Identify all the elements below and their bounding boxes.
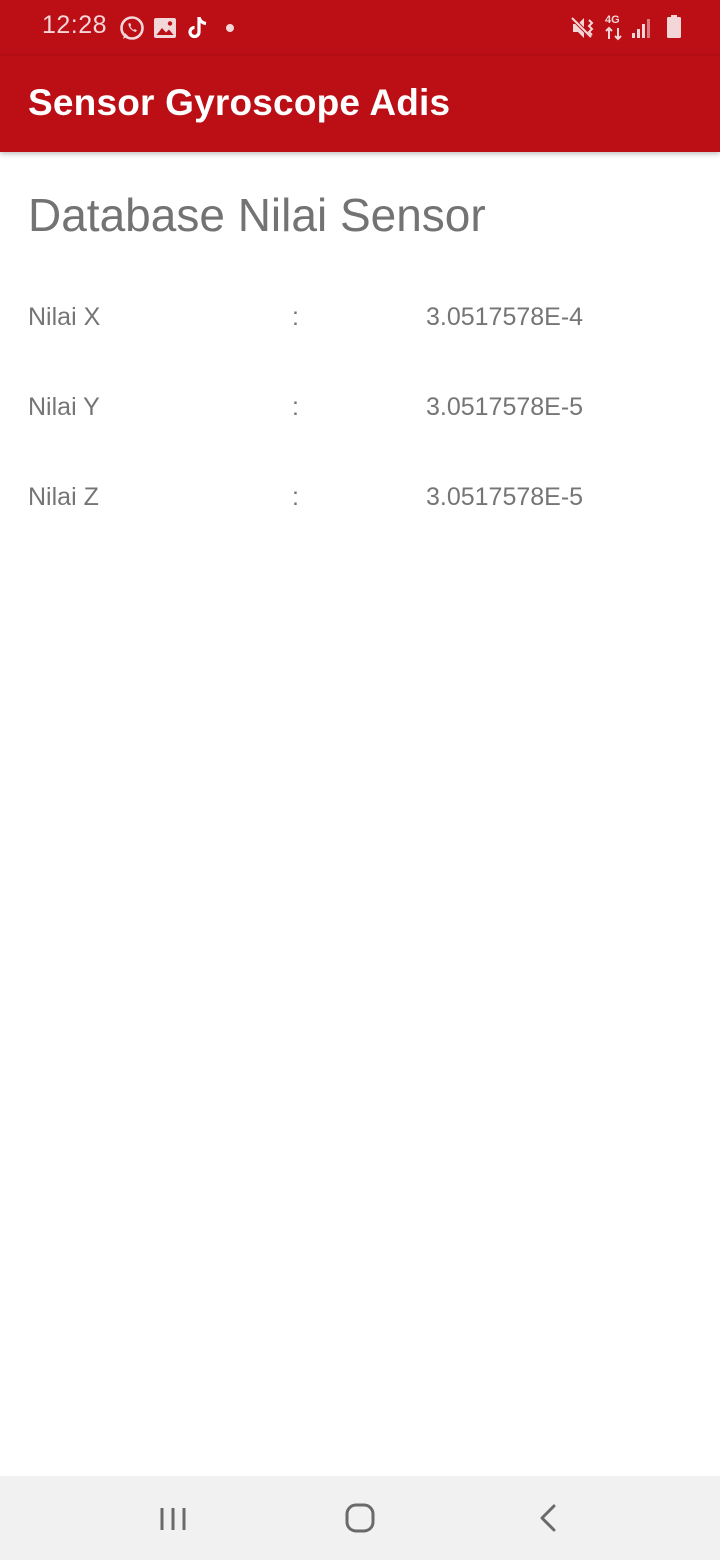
- row-label: Nilai Z: [28, 483, 99, 511]
- sensor-row-x: Nilai X : 3.0517578E-4: [0, 303, 720, 343]
- sensor-row-z: Nilai Z : 3.0517578E-5: [0, 483, 720, 523]
- page-title: Database Nilai Sensor: [28, 189, 486, 241]
- row-value: 3.0517578E-4: [426, 303, 584, 331]
- status-bar: 12:28 4G: [0, 0, 720, 56]
- sensor-row-y: Nilai Y : 3.0517578E-5: [0, 393, 720, 433]
- mute-vibrate-icon: [570, 14, 598, 42]
- back-icon[interactable]: [526, 1496, 570, 1540]
- row-label: Nilai X: [28, 303, 101, 331]
- notification-dot-icon: [220, 14, 240, 42]
- status-time: 12:28: [42, 11, 108, 39]
- app-title: Sensor Gyroscope Adis: [28, 82, 451, 123]
- row-value: 3.0517578E-5: [426, 483, 584, 511]
- row-separator: :: [292, 393, 299, 421]
- whatsapp-icon: [118, 14, 146, 42]
- signal-icon: [628, 14, 656, 42]
- row-separator: :: [292, 483, 299, 511]
- network-4g-icon: 4G: [602, 14, 628, 42]
- row-value: 3.0517578E-5: [426, 393, 584, 421]
- recent-apps-icon[interactable]: [151, 1496, 195, 1540]
- tiktok-icon: [184, 14, 212, 42]
- network-4g-label: 4G: [605, 14, 620, 26]
- home-icon[interactable]: [338, 1496, 382, 1540]
- row-separator: :: [292, 303, 299, 331]
- row-label: Nilai Y: [28, 393, 100, 421]
- gallery-icon: [151, 14, 179, 42]
- app-bar: Sensor Gyroscope Adis: [0, 56, 720, 152]
- navigation-bar: [0, 1476, 720, 1560]
- battery-icon: [660, 14, 688, 42]
